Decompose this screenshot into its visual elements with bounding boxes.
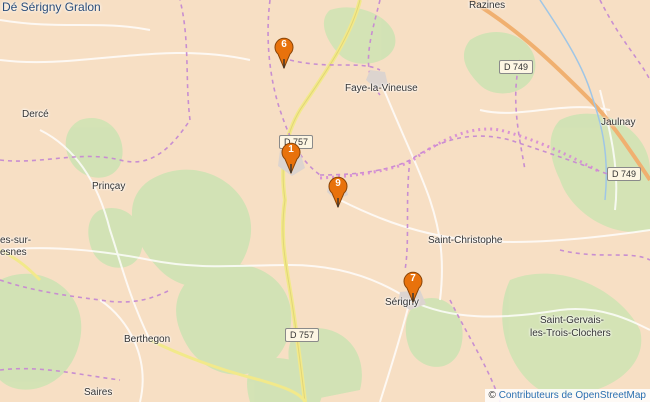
map-marker-6[interactable]: 6 <box>274 37 294 69</box>
map-attribution: © Contributeurs de OpenStreetMap <box>484 389 650 402</box>
place-label-berthegon: Berthegon <box>124 334 171 345</box>
place-label-saint-gervais: Saint-Gervais- <box>540 315 604 326</box>
place-label-esnes: esnes <box>0 247 27 258</box>
road-shield-d749-east: D 749 <box>607 167 642 181</box>
map-marker-7[interactable]: 7 <box>403 271 423 303</box>
road-shield-d757-south: D 757 <box>285 328 320 342</box>
map-marker-1[interactable]: 1 <box>281 142 301 174</box>
map-view[interactable]: Dé Sérigny Gralon Razines Faye-la-Vineus… <box>0 0 650 402</box>
marker-label: 7 <box>410 273 416 284</box>
place-label-derce: Dercé <box>22 109 49 120</box>
place-label-saint-christophe: Saint-Christophe <box>428 235 503 246</box>
place-label-saires: Saires <box>84 387 113 398</box>
place-label-es-sur: es-sur- <box>0 235 32 246</box>
openstreetmap-contributors-link[interactable]: Contributeurs de OpenStreetMap <box>499 390 646 401</box>
map-title: Dé Sérigny Gralon <box>2 0 101 14</box>
map-background <box>0 0 650 402</box>
road-shield-d749: D 749 <box>499 60 534 74</box>
place-label-jaulnay: Jaulnay <box>601 117 636 128</box>
place-label-razines: Razines <box>469 0 506 11</box>
place-label-les-trois-clochers: les-Trois-Clochers <box>530 328 611 339</box>
copyright-symbol: © <box>488 390 496 401</box>
place-label-princay: Prinçay <box>92 181 126 192</box>
marker-label: 9 <box>335 178 341 189</box>
marker-label: 6 <box>281 39 287 50</box>
place-label-faye-la-vineuse: Faye-la-Vineuse <box>345 83 418 94</box>
map-marker-9[interactable]: 9 <box>328 176 348 208</box>
marker-label: 1 <box>288 144 294 155</box>
